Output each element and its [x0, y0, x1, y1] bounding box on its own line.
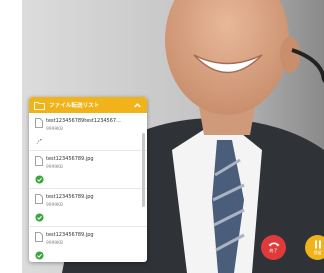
check-circle-icon	[35, 251, 44, 260]
file-name: test123456789.jpg	[46, 194, 94, 200]
check-circle-icon	[35, 175, 44, 184]
end-call-label: 終了	[269, 248, 278, 253]
list-item[interactable]: test123456789.jpg 9999KB	[29, 189, 147, 227]
file-size: 9999KB	[46, 203, 64, 208]
file-name: test123456789.jpg	[46, 156, 94, 162]
spinner-icon	[36, 138, 42, 145]
folder-icon	[34, 101, 45, 110]
hold-label: 保留	[313, 249, 322, 255]
hold-button[interactable]: 保留	[305, 235, 324, 260]
pause-icon	[314, 240, 321, 248]
list-item[interactable]: test123456789.jpg 9999KB	[29, 227, 147, 262]
document-icon	[35, 194, 43, 204]
phone-hangup-icon	[268, 242, 279, 247]
file-size: 9999KB	[46, 127, 64, 132]
panel-title: ファイル転送リスト	[49, 103, 100, 109]
document-icon	[35, 232, 43, 242]
document-icon	[35, 156, 43, 166]
list-item[interactable]: test123456789test1234567... 9999KB	[29, 113, 147, 151]
file-size: 9999KB	[46, 165, 64, 170]
video-call-screen: ファイル転送リスト test123456789test1234567... 99…	[0, 0, 324, 273]
panel-header[interactable]: ファイル転送リスト	[29, 97, 147, 113]
file-name: test123456789.jpg	[46, 232, 94, 238]
document-icon	[35, 118, 43, 128]
scrollbar[interactable]	[142, 133, 145, 207]
check-circle-icon	[35, 213, 44, 222]
chevron-up-icon[interactable]	[133, 101, 142, 110]
end-call-button[interactable]: 終了	[261, 235, 286, 260]
file-list[interactable]: test123456789test1234567... 9999KB test1…	[29, 113, 147, 262]
list-item[interactable]: test123456789.jpg 9999KB	[29, 151, 147, 189]
file-transfer-panel: ファイル転送リスト test123456789test1234567... 99…	[29, 97, 147, 262]
file-size: 9999KB	[46, 241, 64, 246]
file-name: test123456789test1234567...	[46, 118, 121, 124]
